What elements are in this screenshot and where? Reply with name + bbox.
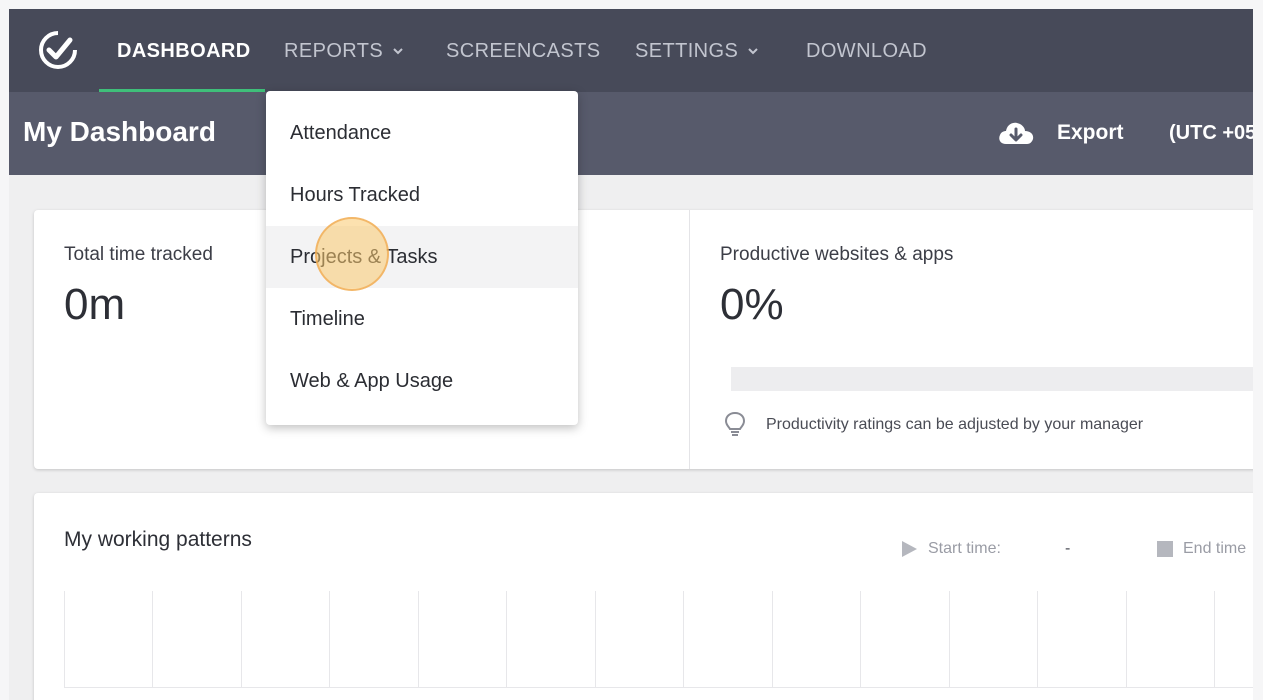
start-time-label: Start time: xyxy=(928,540,1001,557)
card-divider xyxy=(689,210,690,469)
cloud-download-icon xyxy=(999,122,1034,144)
total-time-label: Total time tracked xyxy=(64,244,213,265)
chevron-down-icon xyxy=(393,48,403,55)
app-window: DASHBOARD REPORTS SCREENCASTS SETTINGS D… xyxy=(9,9,1253,700)
export-label: Export xyxy=(1057,121,1124,144)
grid-line xyxy=(772,591,773,687)
total-time-value: 0m xyxy=(64,280,126,329)
productive-label: Productive websites & apps xyxy=(720,244,954,265)
menu-item-timeline[interactable]: Timeline xyxy=(266,288,578,350)
grid-line xyxy=(241,591,242,687)
grid-line xyxy=(1126,591,1127,687)
nav-dashboard[interactable]: DASHBOARD xyxy=(117,39,251,63)
play-icon xyxy=(902,541,917,557)
nav-settings[interactable]: SETTINGS xyxy=(635,39,758,63)
start-time-legend: Start time: xyxy=(900,540,1001,558)
reports-dropdown-menu: Attendance Hours Tracked Projects & Task… xyxy=(266,91,578,425)
working-patterns-card: My working patterns Start time: - End ti… xyxy=(34,493,1253,700)
grid-line xyxy=(595,591,596,687)
nav-reports-label: REPORTS xyxy=(284,39,384,62)
productivity-tip: Productivity ratings can be adjusted by … xyxy=(724,411,1143,439)
nav-screencasts[interactable]: SCREENCASTS xyxy=(446,39,600,63)
grid-line xyxy=(1214,591,1215,687)
nav-dashboard-label: DASHBOARD xyxy=(117,39,251,62)
grid-line xyxy=(860,591,861,687)
grid-baseline xyxy=(64,687,1253,688)
grid-line xyxy=(329,591,330,687)
grid-line xyxy=(152,591,153,687)
nav-download[interactable]: DOWNLOAD xyxy=(806,39,927,63)
lightbulb-icon xyxy=(724,411,746,436)
nav-settings-label: SETTINGS xyxy=(635,39,739,62)
menu-item-web-app-usage[interactable]: Web & App Usage xyxy=(266,350,578,412)
chevron-down-icon xyxy=(748,48,758,55)
nav-screencasts-label: SCREENCASTS xyxy=(446,39,601,62)
menu-item-projects-tasks[interactable]: Projects & Tasks xyxy=(266,226,578,288)
nav-download-label: DOWNLOAD xyxy=(806,39,927,62)
top-nav: DASHBOARD REPORTS SCREENCASTS SETTINGS D… xyxy=(9,9,1253,92)
productive-value: 0% xyxy=(720,280,784,329)
tip-text: Productivity ratings can be adjusted by … xyxy=(766,416,1144,433)
menu-item-hours-tracked[interactable]: Hours Tracked xyxy=(266,164,578,226)
start-time-value: - xyxy=(1065,540,1071,557)
page-header: My Dashboard Export (UTC +05 xyxy=(9,92,1253,175)
grid-line xyxy=(949,591,950,687)
grid-line xyxy=(64,591,65,687)
end-time-legend: End time xyxy=(1157,540,1246,558)
grid-line xyxy=(683,591,684,687)
metrics-card: Total time tracked 0m Productive website… xyxy=(34,210,1253,469)
page-title: My Dashboard xyxy=(23,116,216,147)
stop-icon xyxy=(1157,541,1173,557)
grid-line xyxy=(506,591,507,687)
grid-line xyxy=(418,591,419,687)
working-patterns-title: My working patterns xyxy=(64,528,252,551)
timezone-selector[interactable]: (UTC +05 xyxy=(1169,122,1253,145)
end-time-label: End time xyxy=(1183,540,1247,557)
clock-check-icon[interactable] xyxy=(35,27,81,73)
nav-reports[interactable]: REPORTS xyxy=(284,39,403,63)
productivity-bar xyxy=(731,367,1253,391)
grid-line xyxy=(1037,591,1038,687)
export-button[interactable]: Export xyxy=(997,116,1124,150)
menu-item-attendance[interactable]: Attendance xyxy=(266,102,578,164)
